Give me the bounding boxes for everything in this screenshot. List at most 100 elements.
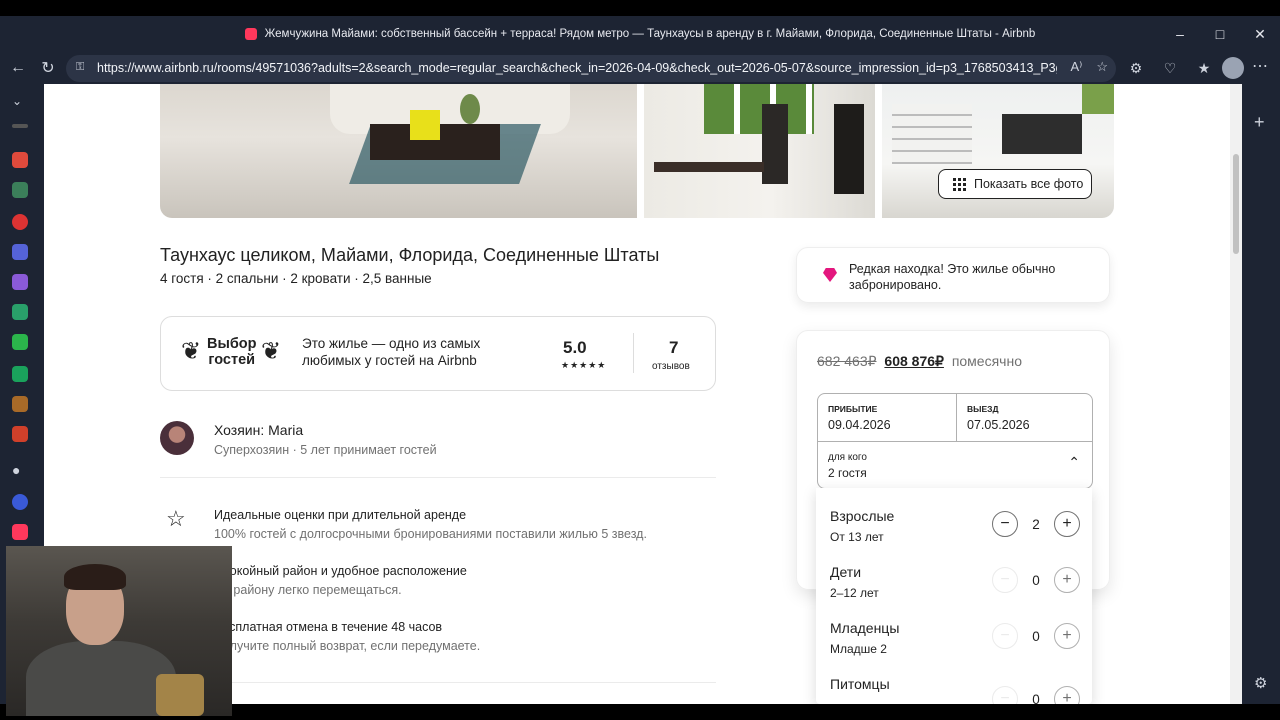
k-app-icon[interactable] xyxy=(12,334,28,350)
site-info-icon[interactable]: ⚿ xyxy=(76,61,90,75)
guests-value: 2 гостя xyxy=(828,466,867,480)
gmail-icon[interactable] xyxy=(12,152,28,168)
feature-item: Спокойный район и удобное расположение П… xyxy=(214,564,467,597)
guest-row-adults: Взрослые От 13 лет − 2 + xyxy=(830,508,1080,548)
app-icon[interactable] xyxy=(12,274,28,290)
show-all-photos-label: Показать все фото xyxy=(974,177,1084,191)
right-sidebar: + ⚙ xyxy=(1242,84,1280,704)
profile-avatar[interactable] xyxy=(1222,57,1244,79)
increment-button[interactable]: + xyxy=(1054,567,1080,593)
diamond-icon xyxy=(823,268,837,282)
url-text[interactable]: https://www.airbnb.ru/rooms/49571036?adu… xyxy=(97,55,1057,82)
checkout-label: Выезд xyxy=(967,404,999,414)
browser-essentials-icon[interactable]: ♡ xyxy=(1160,56,1180,80)
host-details: Суперхозяин · 5 лет принимает гостей xyxy=(214,443,437,457)
divider xyxy=(160,682,716,683)
guests-field[interactable]: для кого 2 гостя ⌃ xyxy=(818,442,1092,488)
navigation-bar: ← ↻ ⚿ https://www.airbnb.ru/rooms/495710… xyxy=(0,52,1280,84)
listing-title: Таунхаус целиком, Майами, Флорида, Соеди… xyxy=(160,245,660,265)
feature-item: Бесплатная отмена в течение 48 часов Пол… xyxy=(214,620,480,653)
reload-button[interactable]: ↻ xyxy=(36,56,60,80)
host-avatar[interactable] xyxy=(160,421,194,455)
checkout-field[interactable]: Выезд 07.05.2026 xyxy=(957,394,1093,442)
close-button[interactable]: ✕ xyxy=(1240,16,1280,52)
window-title-text: Жемчужина Майами: собственный бассейн + … xyxy=(264,28,1036,40)
more-menu-icon[interactable]: ⋯ xyxy=(1252,56,1268,76)
minimize-button[interactable]: – xyxy=(1160,16,1200,52)
settings-gear-icon[interactable]: ⚙ xyxy=(1254,674,1267,692)
rating-value: 5.0 xyxy=(563,338,587,357)
guest-favorite-card: ❦ Выбор гостей ❦ Это жилье — одно из сам… xyxy=(160,316,716,391)
stepper-value: 0 xyxy=(1032,628,1040,644)
increment-button[interactable]: + xyxy=(1054,623,1080,649)
collapse-chevron-icon[interactable]: ⌄ xyxy=(12,94,28,110)
guest-row-infants: Младенцы Младше 2 − 0 + xyxy=(830,620,1080,660)
chat-icon[interactable] xyxy=(12,182,28,198)
vue-icon[interactable] xyxy=(12,366,28,382)
search-icon[interactable] xyxy=(12,494,28,510)
decrement-button[interactable]: − xyxy=(992,567,1018,593)
reviews-count[interactable]: 7 xyxy=(669,338,678,358)
checkout-value: 07.05.2026 xyxy=(967,418,1030,432)
reviews-label[interactable]: отзывов xyxy=(652,361,690,372)
stepper-value: 0 xyxy=(1032,691,1040,705)
dns-icon[interactable] xyxy=(12,396,28,412)
leaf-icon[interactable] xyxy=(12,304,28,320)
extensions-icon[interactable]: ⚙ xyxy=(1126,56,1146,80)
maximize-button[interactable]: □ xyxy=(1200,16,1240,52)
children-stepper: − 0 + xyxy=(992,567,1080,593)
decrement-button[interactable]: − xyxy=(992,623,1018,649)
feature-desc: Получите полный возврат, если передумает… xyxy=(214,639,481,653)
guest-picker-dropdown: Взрослые От 13 лет − 2 + Дети 2–12 лет −… xyxy=(816,488,1092,704)
favorites-icon[interactable]: ★ xyxy=(1194,56,1214,80)
folder-icon[interactable] xyxy=(12,426,28,442)
favorite-star-icon[interactable]: ☆ xyxy=(1096,59,1108,75)
feature-title: Спокойный район и удобное расположение xyxy=(214,564,467,578)
add-icon[interactable]: + xyxy=(1254,112,1265,133)
listing-photo-2[interactable] xyxy=(644,84,875,218)
sidebar-item-1[interactable] xyxy=(12,124,28,128)
increment-button[interactable]: + xyxy=(1054,686,1080,704)
russia-flag-icon[interactable] xyxy=(12,214,28,230)
stepper-value: 2 xyxy=(1032,516,1040,532)
checkin-field[interactable]: Прибытие 09.04.2026 xyxy=(818,394,956,442)
star-outline-icon: ☆ xyxy=(166,506,186,531)
guest-row-children: Дети 2–12 лет − 0 + xyxy=(830,564,1080,604)
globe-icon[interactable]: ● xyxy=(12,462,28,478)
airbnb-icon[interactable] xyxy=(12,524,28,540)
back-button[interactable]: ← xyxy=(6,56,30,80)
read-aloud-icon[interactable]: A⁾ xyxy=(1070,59,1082,75)
checkin-value: 09.04.2026 xyxy=(828,418,891,432)
feature-title: Бесплатная отмена в течение 48 часов xyxy=(214,620,443,634)
laurel-right-icon: ❦ xyxy=(261,338,282,365)
divider xyxy=(160,477,716,478)
price-line: 682 463₽ 608 876₽ помесячно xyxy=(817,353,1022,370)
address-bar[interactable]: ⚿ https://www.airbnb.ru/rooms/49571036?a… xyxy=(66,55,1116,82)
decrement-button[interactable]: − xyxy=(992,686,1018,704)
feature-desc: По району легко перемещаться. xyxy=(214,583,402,597)
guests-label: для кого xyxy=(828,452,867,463)
guest-favorite-badge: Выбор гостей xyxy=(207,336,257,368)
grid-dots-icon xyxy=(953,177,966,191)
chevron-up-icon[interactable]: ⌃ xyxy=(1068,454,1080,471)
guest-favorite-text: Это жилье — одно из самых любимых у гост… xyxy=(302,336,481,368)
rating-stars-icon: ★★★★★ xyxy=(561,360,607,370)
increment-button[interactable]: + xyxy=(1054,511,1080,537)
scrollbar-thumb[interactable] xyxy=(1233,154,1239,254)
feature-title: Идеальные оценки при длительной аренде xyxy=(214,508,467,522)
feature-item: Идеальные оценки при длительной аренде 1… xyxy=(214,508,647,541)
price-period: помесячно xyxy=(951,353,1022,369)
listing-photo-main[interactable] xyxy=(160,84,637,218)
decrement-button[interactable]: − xyxy=(992,511,1018,537)
laurel-left-icon: ❦ xyxy=(181,338,202,365)
guest-row-pets: Питомцы − 0 + xyxy=(830,676,1080,704)
page-scrollbar[interactable] xyxy=(1230,84,1242,704)
webcam-overlay xyxy=(6,546,232,716)
badge-line-2: гостей xyxy=(208,352,256,368)
airbnb-favicon-icon xyxy=(244,28,257,40)
new-price[interactable]: 608 876₽ xyxy=(884,353,944,369)
title-bar: Жемчужина Майами: собственный бассейн + … xyxy=(0,16,1280,52)
adults-stepper: − 2 + xyxy=(992,511,1080,537)
show-all-photos-button[interactable]: Показать все фото xyxy=(938,169,1092,199)
mail-icon[interactable] xyxy=(12,244,28,260)
